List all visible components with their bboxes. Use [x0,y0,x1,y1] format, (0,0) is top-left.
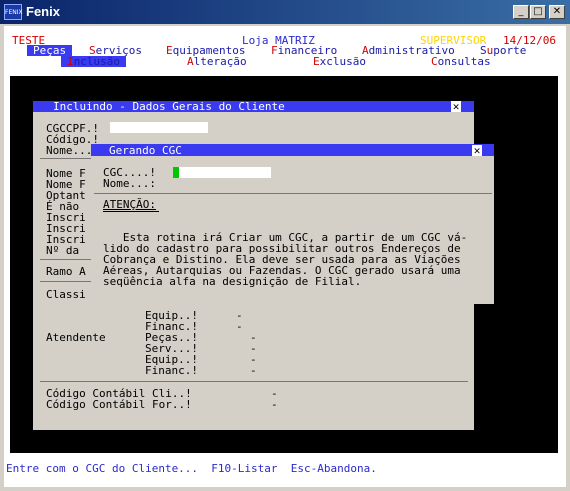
contabil-for-value: - [271,398,278,411]
nome-label: Nome... [46,144,93,157]
nome-cgc-label: Nome...: [103,177,156,190]
submenu-exclusao[interactable]: Exclusão [313,56,366,67]
attention-heading: ATENÇÃO: [103,198,156,211]
close-button[interactable]: ✕ [549,5,565,19]
cgc-dialog-close-button[interactable]: ✕ [472,145,482,156]
cgc-dialog-title: Gerando CGC [91,144,494,156]
menu-label: porte [493,44,527,57]
menu-hotkey: E [166,44,173,57]
atendente-label: Atendente [46,331,106,344]
menu-label: onsultas [437,55,491,68]
status-bar: Entre com o CGC do Cliente... F10-Listar… [6,462,377,475]
menu-label: lteração [193,55,247,68]
client-dialog-title: Incluindo - Dados Gerais do Cliente [33,101,474,112]
app-icon: FENIX [4,4,23,20]
cgc-input[interactable] [179,167,271,178]
menu-hotkey: P [33,44,40,57]
menu-label: nclusão [73,55,120,68]
submenu-consultas[interactable]: Consultas [431,56,491,67]
title-bar [0,0,570,24]
attention-underline [103,211,159,212]
financ-atendente-value: - [250,364,257,377]
maximize-button[interactable]: □ [530,5,546,19]
financ-class-value: - [236,320,243,333]
numero-label: Nº da [46,244,80,257]
menu-hotkey: F [271,44,278,57]
message-line: seqüência alfa na designição de Filial. [103,275,362,288]
menu-hotkey: I [67,55,74,68]
client-dialog-close-button[interactable]: ✕ [451,101,461,112]
menu-hotkey: C [431,55,438,68]
menu-pecas[interactable]: Peças [27,44,73,57]
menu-label: xclusão [319,55,366,68]
menu-hotkey: A [187,55,194,68]
submenu-inclusao[interactable]: Inclusão [61,56,126,67]
divider [40,381,468,382]
window-title: Fenix [26,4,60,19]
ramo-atividade-label: Ramo A [46,265,86,278]
classificacao-label: Classi [46,288,86,301]
submenu-alteracao[interactable]: Alteração [187,56,247,67]
cgccpf-input[interactable] [110,122,208,133]
contabil-for-label: Código Contábil For..! [46,398,192,411]
divider [94,193,492,194]
financ-atendente-label: Financ.! [145,364,198,377]
minimize-button[interactable]: _ [513,5,529,19]
menu-hotkey: E [313,55,320,68]
